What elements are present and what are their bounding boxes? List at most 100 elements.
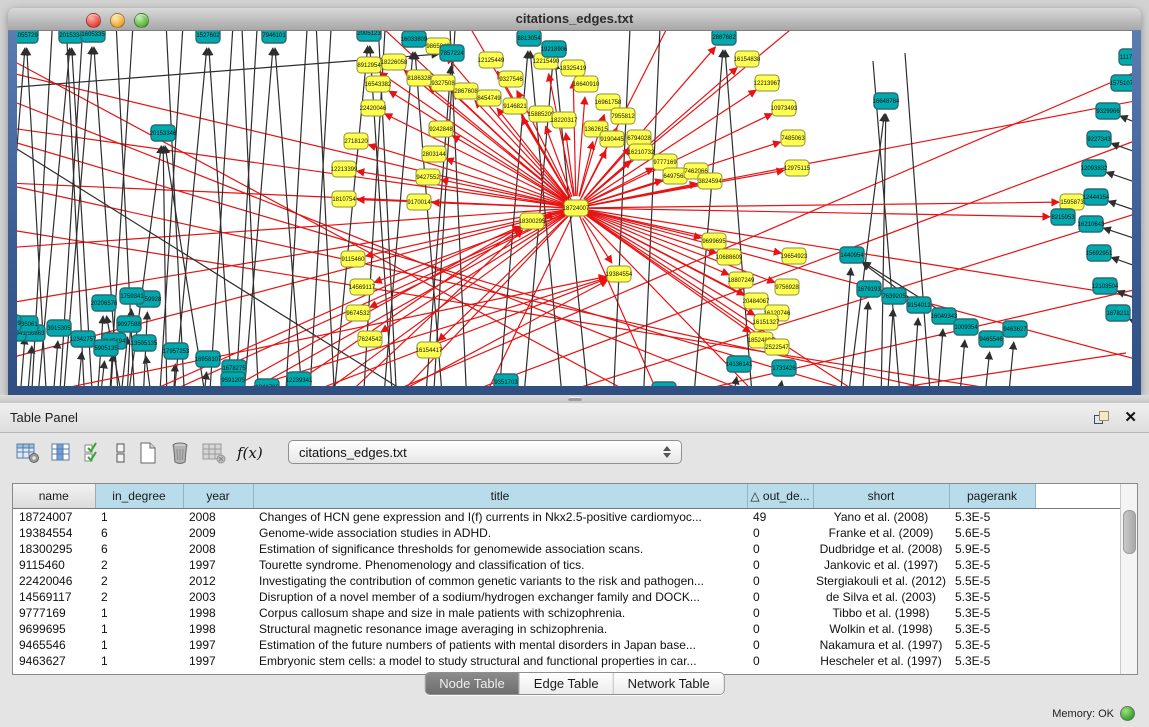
column-header-6[interactable]: pagerank: [949, 484, 1035, 509]
graph-node[interactable]: 1810754: [332, 191, 356, 207]
cell[interactable]: 0: [747, 573, 813, 589]
cell[interactable]: Tibbo et al. (1998): [813, 605, 949, 621]
cell[interactable]: Changes of HCN gene expression and I(f) …: [253, 509, 747, 526]
delete-column-icon[interactable]: [169, 441, 191, 465]
cell[interactable]: 0: [747, 653, 813, 669]
cell[interactable]: Stergiakouli et al. (2012): [813, 573, 949, 589]
graph-node[interactable]: 9329966: [1096, 103, 1120, 119]
cell[interactable]: 2008: [183, 509, 253, 526]
graph-node[interactable]: 2005123: [357, 31, 381, 41]
scrollbar-thumb[interactable]: [1123, 510, 1136, 554]
close-panel-icon[interactable]: ✕: [1124, 408, 1137, 426]
graph-node[interactable]: 12975115: [784, 160, 811, 176]
cell[interactable]: 9115460: [13, 557, 95, 573]
graph-node[interactable]: 7955812: [611, 108, 635, 124]
cell[interactable]: Franke et al. (2009): [813, 525, 949, 541]
cell[interactable]: de Silva et al. (2003): [813, 589, 949, 605]
cell[interactable]: 0: [747, 637, 813, 653]
cell[interactable]: Jankovic et al. (1997): [813, 557, 949, 573]
cell[interactable]: 18300295: [13, 541, 95, 557]
graph-node[interactable]: 9465546: [979, 331, 1003, 347]
graph-node[interactable]: 9674532: [346, 305, 370, 321]
cell[interactable]: 1: [95, 509, 183, 526]
float-panel-icon[interactable]: [1094, 411, 1109, 424]
graph-node[interactable]: 12125449: [478, 52, 505, 68]
cell[interactable]: Structural magnetic resonance image aver…: [253, 621, 747, 637]
graph-node[interactable]: 1527602: [196, 31, 220, 43]
cell[interactable]: 5.6E-5: [949, 525, 1035, 541]
cell[interactable]: 2003: [183, 589, 253, 605]
cell[interactable]: 0: [747, 589, 813, 605]
graph-node[interactable]: 7624542: [358, 331, 382, 347]
cell[interactable]: 2: [95, 557, 183, 573]
graph-node[interactable]: 1440954: [840, 247, 864, 263]
table-scrollbar[interactable]: [1120, 484, 1137, 674]
cell[interactable]: Investigating the contribution of common…: [253, 573, 747, 589]
graph-node[interactable]: 8912954: [357, 57, 381, 73]
cell[interactable]: 2009: [183, 525, 253, 541]
graph-node[interactable]: 18300295: [519, 213, 546, 229]
cell[interactable]: 5.3E-5: [949, 653, 1035, 669]
graph-node[interactable]: 9115460: [341, 251, 365, 267]
graph-node[interactable]: 9327508: [431, 75, 455, 91]
cell[interactable]: 0: [747, 605, 813, 621]
cell[interactable]: 1: [95, 605, 183, 621]
graph-node[interactable]: 9756928: [775, 279, 799, 295]
cell[interactable]: 19384554: [13, 525, 95, 541]
graph-node[interactable]: 19218906: [541, 41, 568, 57]
graph-node[interactable]: 20153346: [150, 125, 177, 141]
graph-node[interactable]: 9131309: [17, 315, 21, 331]
graph-node[interactable]: 16210732: [628, 144, 655, 160]
table-row[interactable]: 1872400712008Changes of HCN gene express…: [13, 509, 1120, 526]
table-row[interactable]: 946362711997Embryonic stem cells: a mode…: [13, 653, 1120, 669]
graph-node[interactable]: 20206576: [91, 295, 118, 311]
cell[interactable]: 9465546: [13, 637, 95, 653]
graph-node[interactable]: 1841706: [255, 379, 279, 386]
table-row[interactable]: 911546021997Tourette syndrome. Phenomeno…: [13, 557, 1120, 573]
graph-node[interactable]: 12239341: [286, 372, 313, 386]
graph-node[interactable]: 1605335: [81, 31, 105, 42]
graph-node[interactable]: 9427552: [416, 169, 440, 185]
tab-network-table[interactable]: Network Table: [614, 673, 724, 694]
cell[interactable]: 1998: [183, 605, 253, 621]
graph-node[interactable]: 18226058: [381, 54, 408, 70]
graph-node[interactable]: 9227343: [1087, 131, 1111, 147]
graph-node[interactable]: 9242848: [429, 121, 453, 137]
graph-node[interactable]: 2015334: [59, 31, 83, 43]
cell[interactable]: 5.3E-5: [949, 589, 1035, 605]
graph-node[interactable]: 1634476: [652, 382, 676, 386]
graph-node[interactable]: 14569117: [349, 279, 376, 295]
delete-table-icon[interactable]: [202, 442, 226, 464]
graph-node[interactable]: 2867608: [454, 83, 478, 99]
column-header-5[interactable]: short: [813, 484, 949, 509]
graph-node[interactable]: 12213967: [754, 75, 781, 91]
graph-node[interactable]: 2803144: [422, 146, 446, 162]
graph-node[interactable]: 19384554: [606, 266, 633, 282]
cell[interactable]: 1997: [183, 557, 253, 573]
table-row[interactable]: 977716911998Corpus callosum shape and si…: [13, 605, 1120, 621]
graph-node[interactable]: 7485063: [781, 130, 805, 146]
graph-node[interactable]: 7946101: [262, 31, 286, 43]
graph-node[interactable]: 9170014: [407, 194, 431, 210]
graph-node[interactable]: 9154012: [907, 297, 931, 313]
cell[interactable]: 5.3E-5: [949, 605, 1035, 621]
graph-node[interactable]: 9463627: [1003, 321, 1027, 337]
graph-node[interactable]: 8215953: [1051, 209, 1075, 225]
cell[interactable]: 6: [95, 525, 183, 541]
graph-node[interactable]: 9327546: [499, 71, 523, 87]
cell[interactable]: 1998: [183, 621, 253, 637]
graph-node[interactable]: 9097588: [117, 316, 141, 332]
graph-node[interactable]: 18325419: [560, 60, 587, 76]
network-canvas[interactable]: 1872400718300295891295418226058818632816…: [17, 31, 1132, 386]
graph-node[interactable]: 18220317: [551, 112, 578, 128]
graph-node[interactable]: 18724007: [563, 200, 590, 216]
cell[interactable]: Estimation of the future numbers of pati…: [253, 637, 747, 653]
graph-node[interactable]: 16210643: [1078, 216, 1105, 232]
graph-node[interactable]: 16154838: [734, 51, 761, 67]
graph-node[interactable]: 1595873: [1060, 194, 1084, 210]
graph-node[interactable]: 8454749: [477, 90, 501, 106]
cell[interactable]: 0: [747, 525, 813, 541]
graph-node[interactable]: 1678211: [1106, 305, 1130, 321]
cell[interactable]: 22420046: [13, 573, 95, 589]
tab-edge-table[interactable]: Edge Table: [520, 673, 614, 694]
